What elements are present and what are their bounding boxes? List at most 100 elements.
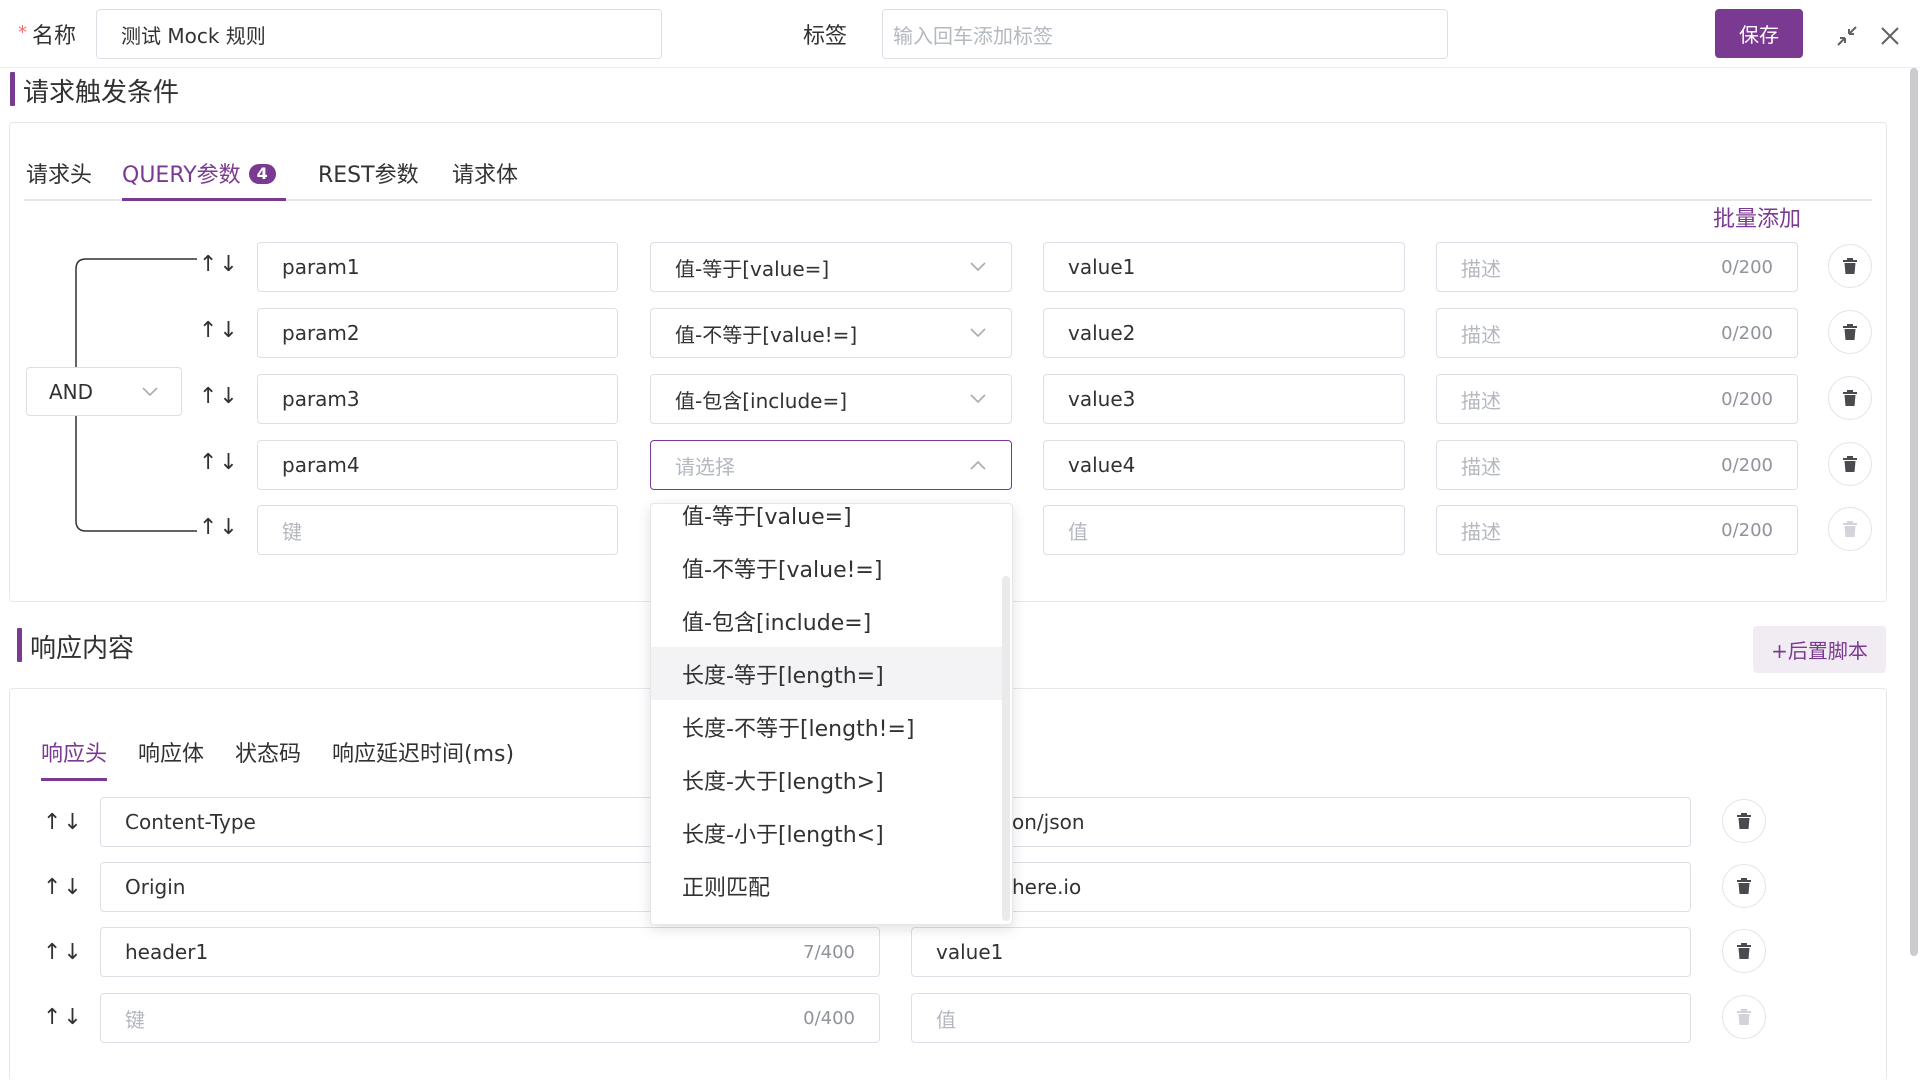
save-button[interactable]: 保存 — [1715, 9, 1803, 58]
param-key-placeholder: 键 — [282, 519, 302, 544]
header-value-input[interactable]: on/json — [911, 797, 1691, 847]
header-value-input[interactable]: value1 — [911, 927, 1691, 977]
param-key-value: param4 — [282, 453, 360, 477]
trash-icon — [1843, 456, 1857, 472]
sort-arrows[interactable]: ↑↓ — [43, 1005, 84, 1030]
delete-row-button[interactable] — [1828, 442, 1872, 486]
param-value-input[interactable]: value3 — [1043, 374, 1405, 424]
tags-input-placeholder: 输入回车添加标签 — [893, 23, 1053, 48]
delete-row-button[interactable] — [1722, 864, 1766, 908]
collapse-icon[interactable] — [1835, 24, 1859, 48]
trash-icon — [1843, 324, 1857, 340]
dropdown-option[interactable]: 值-包含[include=] — [651, 594, 1003, 647]
tab-response-body[interactable]: 响应体 — [138, 736, 204, 768]
response-section-title: 响应内容 — [30, 634, 135, 664]
sort-arrows[interactable]: ↑↓ — [199, 515, 240, 540]
sort-arrows[interactable]: ↑↓ — [199, 252, 240, 277]
name-input[interactable]: 测试 Mock 规则 — [96, 9, 662, 59]
param-value-input[interactable]: value4 — [1043, 440, 1405, 490]
dropdown-option[interactable]: 长度-不等于[length!=] — [651, 700, 1003, 753]
operator-value: 值-不等于[value!=] — [675, 322, 858, 347]
tab-status-code[interactable]: 状态码 — [235, 736, 301, 768]
header-key-input[interactable]: 键 0/400 — [100, 993, 880, 1043]
header-value: value1 — [936, 940, 1004, 964]
tags-input[interactable]: 输入回车添加标签 — [882, 9, 1448, 59]
post-script-button[interactable]: +后置脚本 — [1753, 626, 1886, 673]
dropdown-scrollbar[interactable] — [1002, 576, 1010, 921]
param-key-value: param3 — [282, 387, 360, 411]
param-key-value: param2 — [282, 321, 360, 345]
name-input-value: 测试 Mock 规则 — [121, 23, 266, 48]
chevron-down-icon — [969, 324, 987, 342]
sort-arrows[interactable]: ↑↓ — [199, 318, 240, 343]
logic-operator-select[interactable]: AND — [26, 367, 182, 416]
delete-row-button[interactable] — [1722, 929, 1766, 973]
param-value: value3 — [1068, 387, 1136, 411]
sort-arrows[interactable]: ↑↓ — [199, 450, 240, 475]
dropdown-option-hovered[interactable]: 长度-等于[length=] — [651, 647, 1003, 700]
delete-row-button[interactable] — [1828, 310, 1872, 354]
active-tab-underline — [41, 778, 107, 781]
param-key-input[interactable]: 键 — [257, 505, 618, 555]
header-value-input[interactable]: here.io — [911, 862, 1691, 912]
tab-response-headers[interactable]: 响应头 — [41, 736, 107, 768]
delete-row-button[interactable] — [1828, 376, 1872, 420]
operator-select-open[interactable]: 请选择 — [650, 440, 1012, 490]
description-input[interactable]: 描述 0/200 — [1436, 242, 1798, 292]
chevron-down-icon — [141, 383, 159, 401]
description-char-count: 0/200 — [1721, 388, 1773, 410]
param-value: value2 — [1068, 321, 1136, 345]
trash-icon — [1737, 1009, 1751, 1025]
param-key-input[interactable]: param3 — [257, 374, 618, 424]
delete-row-button[interactable] — [1828, 244, 1872, 288]
param-value-input[interactable]: value1 — [1043, 242, 1405, 292]
dropdown-option[interactable]: 长度-大于[length>] — [651, 753, 1003, 806]
chevron-up-icon — [969, 456, 987, 474]
header-value-input[interactable]: 值 — [911, 993, 1691, 1043]
close-icon[interactable] — [1878, 24, 1902, 48]
tab-rest-params[interactable]: REST参数 — [318, 157, 419, 189]
delete-row-button-disabled — [1722, 995, 1766, 1039]
trash-icon — [1843, 258, 1857, 274]
param-value-input[interactable]: value2 — [1043, 308, 1405, 358]
dropdown-option[interactable]: 长度-小于[length<] — [651, 806, 1003, 859]
tab-query-params-label: QUERY参数 — [122, 163, 241, 188]
header-value: on/json — [1012, 810, 1085, 834]
operator-select[interactable]: 值-等于[value=] — [650, 242, 1012, 292]
description-char-count: 0/200 — [1721, 454, 1773, 476]
description-input[interactable]: 描述 0/200 — [1436, 440, 1798, 490]
param-value: value4 — [1068, 453, 1136, 477]
description-input[interactable]: 描述 0/200 — [1436, 505, 1798, 555]
bulk-add-link[interactable]: 批量添加 — [1713, 201, 1801, 233]
active-tab-underline — [122, 198, 286, 201]
response-section-marker — [17, 628, 22, 662]
operator-value: 值-包含[include=] — [675, 388, 848, 413]
tab-response-delay[interactable]: 响应延迟时间(ms) — [332, 736, 514, 768]
description-input[interactable]: 描述 0/200 — [1436, 308, 1798, 358]
param-key-input[interactable]: param4 — [257, 440, 618, 490]
dropdown-option[interactable]: 值-不等于[value!=] — [651, 541, 1003, 594]
header-key-input[interactable]: header1 7/400 — [100, 927, 880, 977]
page-scrollbar[interactable] — [1910, 68, 1918, 956]
delete-row-button[interactable] — [1722, 799, 1766, 843]
operator-select[interactable]: 值-包含[include=] — [650, 374, 1012, 424]
operator-select[interactable]: 值-不等于[value!=] — [650, 308, 1012, 358]
sort-arrows[interactable]: ↑↓ — [43, 810, 84, 835]
header-key-char-count: 0/400 — [803, 1007, 855, 1029]
sort-arrows[interactable]: ↑↓ — [43, 940, 84, 965]
sort-arrows[interactable]: ↑↓ — [199, 384, 240, 409]
description-input[interactable]: 描述 0/200 — [1436, 374, 1798, 424]
tab-request-headers[interactable]: 请求头 — [26, 157, 92, 189]
param-value-input[interactable]: 值 — [1043, 505, 1405, 555]
dropdown-option[interactable]: 值-等于[value=] — [651, 504, 1003, 541]
param-key-input[interactable]: param1 — [257, 242, 618, 292]
description-placeholder: 描述 — [1461, 454, 1501, 479]
param-key-input[interactable]: param2 — [257, 308, 618, 358]
dropdown-option[interactable]: 正则匹配 — [651, 859, 1003, 912]
tab-query-params[interactable]: QUERY参数 4 — [122, 157, 276, 189]
tab-request-body[interactable]: 请求体 — [452, 157, 518, 189]
header-value-placeholder: 值 — [936, 1007, 956, 1032]
header-value: here.io — [1012, 875, 1082, 899]
trash-icon — [1737, 813, 1751, 829]
sort-arrows[interactable]: ↑↓ — [43, 875, 84, 900]
